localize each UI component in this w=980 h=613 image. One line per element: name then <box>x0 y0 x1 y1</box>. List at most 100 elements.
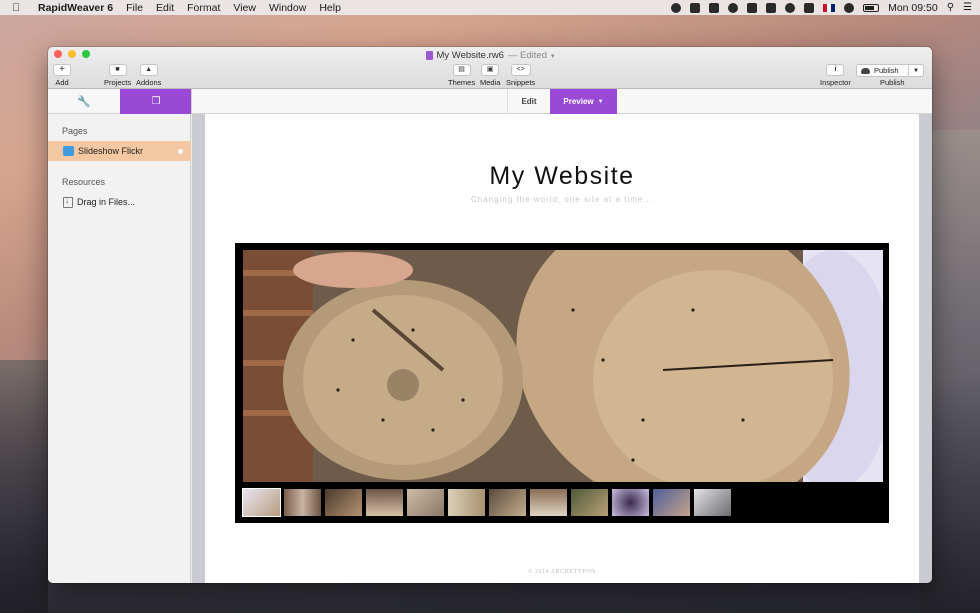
projects-icon: ■ <box>108 64 127 76</box>
spotlight-icon[interactable]: ⚲ <box>947 2 954 13</box>
menu-view[interactable]: View <box>233 2 256 14</box>
themes-icon: ▤ <box>452 64 471 76</box>
themes-label: Themes <box>448 78 476 87</box>
add-label: Add <box>55 78 69 87</box>
bluetooth-icon[interactable] <box>804 2 815 13</box>
divider <box>191 89 192 114</box>
slideshow-thumbnails <box>242 488 731 517</box>
input-source-flag-icon[interactable] <box>823 3 836 12</box>
document-name[interactable]: My Website.rw6 <box>437 50 504 61</box>
site-title: My Website <box>489 162 635 190</box>
box-icon[interactable] <box>747 2 758 13</box>
sidebar: Pages Slideshow Flickr Resources Drag in… <box>48 114 191 583</box>
resources-header: Resources <box>62 177 106 187</box>
pages-header: Pages <box>62 126 88 136</box>
drag-files-label: Drag in Files... <box>77 197 136 207</box>
document-title: My Website.rw6 — Edited ▾ <box>48 50 932 61</box>
thumbnail[interactable] <box>530 489 567 516</box>
site-footer: © 2014 ARCHETYPON <box>527 569 597 575</box>
media-button[interactable]: ▣ Media <box>480 64 500 87</box>
menu-edit[interactable]: Edit <box>156 2 174 14</box>
addons-button[interactable]: ▲ Addons <box>136 64 161 87</box>
edit-mode-button[interactable]: Edit <box>507 89 550 114</box>
sub-toolbar: 🔧 ❐ Edit Preview ▼ <box>48 89 932 114</box>
wifi-icon[interactable] <box>844 2 855 13</box>
media-label: Media <box>480 78 501 87</box>
thumbnail[interactable] <box>653 489 690 516</box>
website-preview[interactable]: My Website Changing the world, one site … <box>205 114 919 583</box>
tab-pages[interactable]: ❐ <box>120 89 192 114</box>
document-status: — Edited <box>507 50 547 61</box>
thumbnail[interactable] <box>489 489 526 516</box>
preview-mode-label: Preview <box>563 97 594 106</box>
page-label: Slideshow Flickr <box>78 146 144 156</box>
record-icon[interactable] <box>728 2 739 13</box>
thumbnail[interactable] <box>448 489 485 516</box>
code-brackets-icon: <> <box>510 64 531 76</box>
menu-window[interactable]: Window <box>269 2 306 14</box>
slideshow[interactable] <box>235 243 889 523</box>
status-dot-icon <box>178 148 183 154</box>
document-icon <box>425 51 433 60</box>
evernote-icon[interactable] <box>671 2 682 13</box>
edit-mode-label: Edit <box>521 97 537 106</box>
menu-help[interactable]: Help <box>319 2 341 14</box>
inspector-label: Inspector <box>820 78 851 87</box>
drag-in-files-item[interactable]: Drag in Files... <box>48 192 191 212</box>
thumbnail[interactable] <box>325 489 362 516</box>
thumbnail[interactable] <box>366 489 403 516</box>
site-tagline: Changing the world, one site at a time..… <box>471 195 653 204</box>
title-bar: My Website.rw6 — Edited ▾ + Add ■ Projec… <box>48 47 932 89</box>
notification-center-icon[interactable]: ☰ <box>963 2 972 13</box>
preview-area: My Website Changing the world, one site … <box>192 114 932 583</box>
clock[interactable]: Mon 09:50 <box>888 2 938 14</box>
sync-icon[interactable] <box>690 2 701 13</box>
pages-icon: ❐ <box>151 96 161 107</box>
projects-button[interactable]: ■ Projects <box>104 64 131 87</box>
menu-format[interactable]: Format <box>187 2 220 14</box>
menu-bar:  RapidWeaver 6 File Edit Format View Wi… <box>0 0 980 15</box>
projects-label: Projects <box>104 78 132 87</box>
thumbnail[interactable] <box>612 489 649 516</box>
file-download-icon <box>63 196 73 208</box>
chevron-down-icon[interactable]: ▾ <box>551 52 555 60</box>
dropbox-icon[interactable] <box>709 2 720 13</box>
addons-label: Addons <box>136 78 162 87</box>
sidebar-item-slideshow-flickr[interactable]: Slideshow Flickr <box>48 141 191 161</box>
chevron-down-icon: ▼ <box>597 98 604 105</box>
status-menus: Mon 09:50 ⚲ ☰ <box>671 2 980 14</box>
add-button[interactable]: + Add <box>53 64 71 87</box>
thumbnail[interactable] <box>407 489 444 516</box>
thumbnail[interactable] <box>694 489 731 516</box>
menu-file[interactable]: File <box>126 2 143 14</box>
app-menu[interactable]: RapidWeaver 6 <box>38 2 113 14</box>
wrench-icon: 🔧 <box>77 96 91 108</box>
thumbnail[interactable] <box>242 488 281 517</box>
thumbnail[interactable] <box>571 489 608 516</box>
publish-button-label: Publish <box>874 66 899 75</box>
snippets-label: Snippets <box>506 78 536 87</box>
media-icon: ▣ <box>481 64 500 76</box>
photo-artwork <box>243 250 883 482</box>
snippets-button[interactable]: <> Snippets <box>506 64 535 87</box>
publish-label: Publish <box>880 78 905 87</box>
preview-mode-button[interactable]: Preview ▼ <box>550 89 617 114</box>
cloud-upload-icon <box>861 67 870 74</box>
time-machine-icon[interactable] <box>785 2 796 13</box>
publish-divider <box>908 65 909 76</box>
inspector-button[interactable]: i Inspector <box>820 64 851 87</box>
chevron-down-icon[interactable]: ▼ <box>913 68 919 74</box>
tab-tools[interactable]: 🔧 <box>48 89 120 114</box>
cube-icon[interactable] <box>766 2 777 13</box>
thumbnail[interactable] <box>284 489 321 516</box>
slideshow-main-image[interactable] <box>243 250 883 482</box>
battery-icon[interactable] <box>863 3 880 12</box>
home-icon <box>63 146 74 156</box>
info-icon: i <box>826 64 845 76</box>
publish-button[interactable]: Publish ▼ <box>856 64 924 77</box>
plus-icon: + <box>53 64 71 76</box>
addons-icon: ▲ <box>139 64 158 76</box>
app-window: My Website.rw6 — Edited ▾ + Add ■ Projec… <box>48 47 932 583</box>
apple-menu-icon[interactable]:  <box>12 2 26 14</box>
themes-button[interactable]: ▤ Themes <box>448 64 475 87</box>
